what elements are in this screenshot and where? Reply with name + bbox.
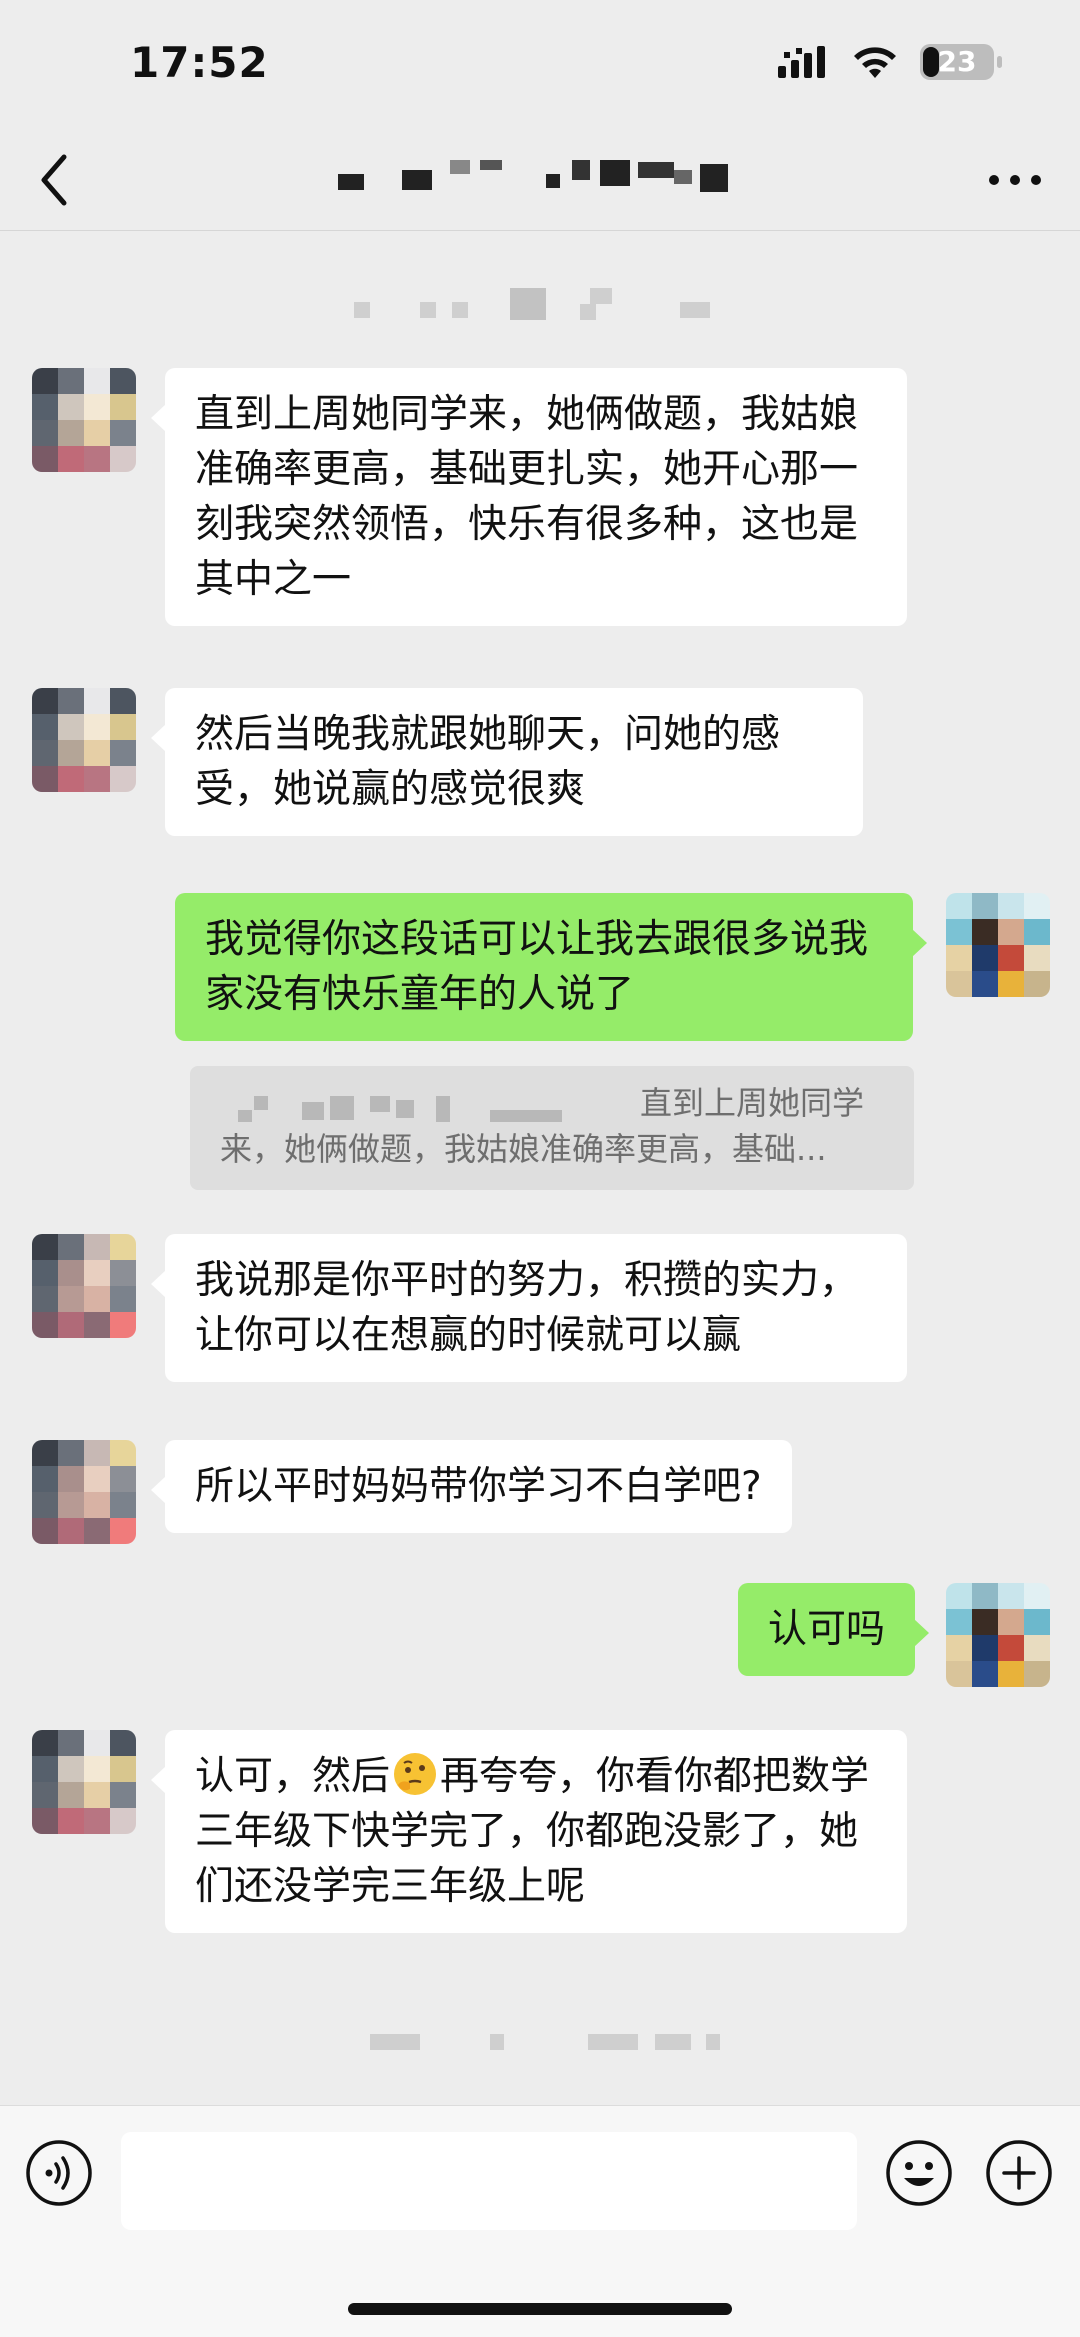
plus-icon[interactable] <box>984 2138 1054 2208</box>
battery-indicator: 23 <box>920 44 1002 80</box>
contact-avatar[interactable] <box>32 688 136 792</box>
battery-level: 23 <box>937 45 977 78</box>
contact-avatar[interactable] <box>32 1730 136 1834</box>
message-row: 我说那是你平时的努力，积攒的实力，让你可以在想赢的时候就可以赢 <box>0 1234 1080 1404</box>
battery-nub <box>997 56 1002 68</box>
contact-avatar[interactable] <box>32 1234 136 1338</box>
my-avatar[interactable] <box>946 893 1050 997</box>
message-bubble-outgoing[interactable]: 我觉得你这段话可以让我去跟很多说我家没有快乐童年的人说了 <box>175 893 927 1041</box>
emoji-icon[interactable] <box>884 2138 954 2208</box>
quote-text-line-1: 直到上周她同学 <box>639 1084 864 1122</box>
chat-header <box>0 130 1080 231</box>
message-row: 认可吗 <box>0 1583 1080 1693</box>
message-row: 所以平时妈妈带你学习不白学吧? <box>0 1440 1080 1550</box>
contact-avatar[interactable] <box>32 1440 136 1544</box>
home-indicator[interactable] <box>348 2303 732 2315</box>
cellular-signal-icon <box>778 46 825 78</box>
status-time: 17:52 <box>130 38 269 87</box>
message-input[interactable] <box>121 2132 857 2230</box>
quoted-message-reference[interactable]: 直到上周她同学 来，她俩做题，我姑娘准确率更高，基础... <box>190 1066 914 1190</box>
quote-text-line-2: 来，她俩做题，我姑娘准确率更高，基础... <box>220 1130 827 1168</box>
timestamp-obscured <box>350 288 750 320</box>
chat-title-obscured <box>330 160 790 200</box>
message-bubble-outgoing[interactable]: 认可吗 <box>737 1583 930 1676</box>
message-bubble-incoming[interactable]: 所以平时妈妈带你学习不白学吧? <box>151 1440 792 1533</box>
message-row: 认可，然后 再夸夸，你看你都把数学三年级下快学完了，你都跑没影了，她们还没学完三年… <box>0 1730 1080 1960</box>
timestamp-obscured <box>370 2030 730 2054</box>
thinking-face-emoji-icon <box>394 1753 437 1795</box>
message-row: 直到上周她同学来，她俩做题，我姑娘准确率更高，基础更扎实，她开心那一刻我突然领悟… <box>0 368 1080 648</box>
contact-avatar[interactable] <box>32 368 136 472</box>
status-bar: 17:52 23 <box>0 0 1080 130</box>
message-bubble-incoming[interactable]: 然后当晚我就跟她聊天，问她的感受，她说赢的感觉很爽 <box>151 688 863 836</box>
wifi-icon <box>854 47 896 78</box>
message-row: 我觉得你这段话可以让我去跟很多说我家没有快乐童年的人说了 <box>0 893 1080 1063</box>
voice-input-icon[interactable] <box>24 2138 94 2208</box>
message-bubble-incoming[interactable]: 认可，然后 再夸夸，你看你都把数学三年级下快学完了，你都跑没影了，她们还没学完三年… <box>151 1730 907 1933</box>
my-avatar[interactable] <box>946 1583 1050 1687</box>
message-bubble-incoming[interactable]: 直到上周她同学来，她俩做题，我姑娘准确率更高，基础更扎实，她开心那一刻我突然领悟… <box>151 368 907 626</box>
message-bubble-incoming[interactable]: 我说那是你平时的努力，积攒的实力，让你可以在想赢的时候就可以赢 <box>151 1234 907 1382</box>
chevron-left-icon[interactable] <box>30 145 80 215</box>
more-dots-icon[interactable] <box>980 145 1050 215</box>
message-row: 然后当晚我就跟她聊天，问她的感受，她说赢的感觉很爽 <box>0 688 1080 858</box>
message-text: 认可，然后 <box>195 1754 391 1799</box>
